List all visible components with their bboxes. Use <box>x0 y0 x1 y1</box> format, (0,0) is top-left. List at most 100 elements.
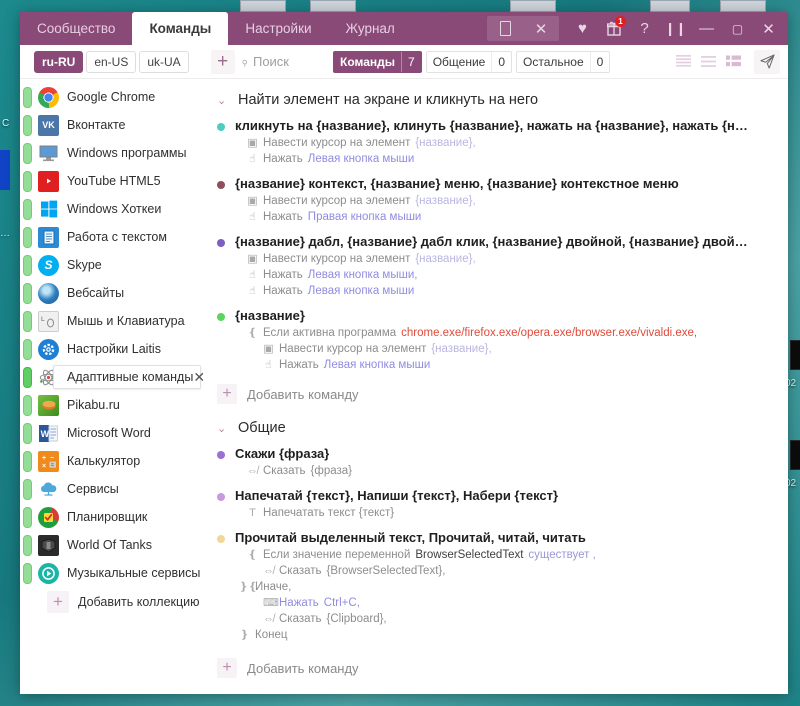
enabled-indicator[interactable] <box>23 142 32 164</box>
sidebar-item-skype[interactable]: S Skype <box>20 251 205 279</box>
sidebar-item-services[interactable]: Сервисы <box>20 475 205 503</box>
group-header-find-element[interactable]: ⌄ Найти элемент на экране и кликнуть на … <box>205 85 788 114</box>
command-item[interactable]: {название} контекст, {название} меню, {н… <box>205 172 788 230</box>
group-header-general[interactable]: ⌄ Общие <box>205 410 788 442</box>
command-item[interactable]: Скажи {фраза} ⇎ Сказать {фраза} <box>205 442 788 484</box>
view-mode-buttons <box>672 51 744 73</box>
tab-settings[interactable]: Настройки <box>228 12 328 45</box>
command-row[interactable]: Напечатай {текст}, Напиши {текст}, Набер… <box>217 488 788 503</box>
sidebar-item-text-work[interactable]: Работа с текстом <box>20 223 205 251</box>
minimize-button[interactable]: — <box>691 12 722 45</box>
enabled-indicator[interactable] <box>23 562 32 584</box>
enabled-indicator[interactable] <box>23 86 32 108</box>
desktop-icon-right-1[interactable] <box>790 340 800 370</box>
command-item[interactable]: {название} ❴ Если активна программа chro… <box>205 304 788 378</box>
enabled-indicator[interactable] <box>23 310 32 332</box>
step-arg: {название}, <box>431 343 492 355</box>
desktop-thumbnail-4 <box>650 0 690 12</box>
help-icon[interactable]: ? <box>629 12 660 45</box>
filter-other[interactable]: Остальное 0 <box>516 50 611 73</box>
enabled-indicator[interactable] <box>23 254 32 276</box>
enabled-indicator[interactable] <box>23 198 32 220</box>
enabled-indicator[interactable] <box>23 282 32 304</box>
add-command-button-1[interactable]: + Добавить команду <box>205 378 788 410</box>
add-command-button-2[interactable]: + Добавить команду <box>205 648 788 684</box>
lang-ru-ru[interactable]: ru-RU <box>34 50 84 73</box>
search-input[interactable]: Поиск <box>253 54 289 69</box>
enabled-indicator[interactable] <box>23 478 32 500</box>
filter-communication-label: Общение <box>432 54 486 69</box>
send-icon[interactable] <box>754 49 780 74</box>
search-box[interactable]: ⌕ Поиск <box>236 53 289 70</box>
add-command-label: Добавить команду <box>247 660 359 676</box>
command-row[interactable]: Скажи {фраза} <box>217 446 788 461</box>
wot-icon <box>38 534 59 556</box>
heart-icon[interactable]: ♥ <box>567 12 598 45</box>
close-button[interactable]: ✕ <box>753 12 784 45</box>
enabled-indicator[interactable] <box>23 534 32 556</box>
sidebar-item-windows-programs[interactable]: Windows программы <box>20 139 205 167</box>
step-text: Если значение переменной <box>263 549 411 561</box>
command-item[interactable]: кликнуть на {название}, клинуть {названи… <box>205 114 788 172</box>
step-row: ☝ Нажать Правая кнопка мыши <box>247 209 788 225</box>
sidebar-item-youtube-html5[interactable]: YouTube HTML5 <box>20 167 205 195</box>
chevron-down-icon[interactable]: ⌄ <box>217 94 228 107</box>
tab-journal[interactable]: Журнал <box>329 12 412 45</box>
command-row[interactable]: {название} контекст, {название} меню, {н… <box>217 176 788 191</box>
sidebar-item-websites[interactable]: Вебсайты <box>20 279 205 307</box>
plus-icon: + <box>217 658 237 678</box>
enabled-indicator[interactable] <box>23 338 32 360</box>
enabled-indicator[interactable] <box>23 506 32 528</box>
maximize-button[interactable]: ▢ <box>722 12 753 45</box>
filter-communication[interactable]: Общение 0 <box>425 50 513 73</box>
tab-commands[interactable]: Команды <box>132 12 229 45</box>
sidebar-item-microsoft-word[interactable]: W Microsoft Word <box>20 419 205 447</box>
sidebar-item-laitis-settings[interactable]: Настройки Laitis <box>20 335 205 363</box>
add-button[interactable]: + <box>210 49 235 74</box>
pin-icon[interactable] <box>487 16 523 41</box>
lang-en-us[interactable]: en-US <box>86 50 137 73</box>
sidebar-item-windows-hotkeys[interactable]: Windows Хоткеи <box>20 195 205 223</box>
sidebar-item-adaptive-commands[interactable]: Адаптивные команды ✕ <box>20 363 205 391</box>
filter-commands[interactable]: Команды 7 <box>333 50 422 73</box>
command-row[interactable]: кликнуть на {название}, клинуть {названи… <box>217 118 788 133</box>
sidebar-item-google-chrome[interactable]: Google Chrome <box>20 83 205 111</box>
desktop-icon-left-blue[interactable] <box>0 150 10 190</box>
sidebar-item-planner[interactable]: Планировщик <box>20 503 205 531</box>
enabled-indicator[interactable] <box>23 394 32 416</box>
add-collection-button[interactable]: + Добавить коллекцию <box>20 587 205 617</box>
enabled-indicator[interactable] <box>23 114 32 136</box>
list-compact-icon[interactable] <box>672 51 694 73</box>
sidebar-item-calculator[interactable]: + − × = Калькулятор <box>20 447 205 475</box>
enabled-indicator[interactable] <box>23 450 32 472</box>
chevron-down-icon[interactable]: ⌄ <box>217 422 228 435</box>
step-text: Сказать <box>263 465 306 477</box>
tab-community[interactable]: Сообщество <box>20 12 132 45</box>
command-item[interactable]: Прочитай выделенный текст, Прочитай, чит… <box>205 526 788 648</box>
sidebar-item-music-services[interactable]: Музыкальные сервисы <box>20 559 205 587</box>
command-row[interactable]: Прочитай выделенный текст, Прочитай, чит… <box>217 530 788 545</box>
command-row[interactable]: {название} <box>217 308 788 323</box>
gift-icon[interactable]: 1 <box>598 12 629 45</box>
filter-other-count: 0 <box>589 51 610 72</box>
enabled-indicator[interactable] <box>23 366 32 388</box>
pause-icon[interactable]: ❙❙ <box>660 12 691 45</box>
sidebar-item-world-of-tanks[interactable]: World Of Tanks <box>20 531 205 559</box>
close-pin-icon[interactable]: ✕ <box>523 16 559 41</box>
enabled-indicator[interactable] <box>23 170 32 192</box>
sidebar-item-mouse-keyboard[interactable]: L Мышь и Клавиатура <box>20 307 205 335</box>
close-icon[interactable]: ✕ <box>193 369 205 386</box>
desktop-icon-right-2[interactable] <box>790 440 800 470</box>
command-item[interactable]: Напечатай {текст}, Напиши {текст}, Набер… <box>205 484 788 526</box>
enabled-indicator[interactable] <box>23 226 32 248</box>
enabled-indicator[interactable] <box>23 422 32 444</box>
list-normal-icon[interactable] <box>697 51 719 73</box>
lang-uk-ua[interactable]: uk-UA <box>139 50 189 73</box>
command-item[interactable]: {название} дабл, {название} дабл клик, {… <box>205 230 788 304</box>
sidebar-item-label: Настройки Laitis <box>67 342 161 356</box>
sidebar-item-vkontakte[interactable]: VK Вконтакте <box>20 111 205 139</box>
list-detail-icon[interactable] <box>722 51 744 73</box>
command-row[interactable]: {название} дабл, {название} дабл клик, {… <box>217 234 788 249</box>
step-text: Навести курсор на элемент <box>263 195 411 207</box>
sidebar-item-pikabu[interactable]: Pikabu.ru <box>20 391 205 419</box>
